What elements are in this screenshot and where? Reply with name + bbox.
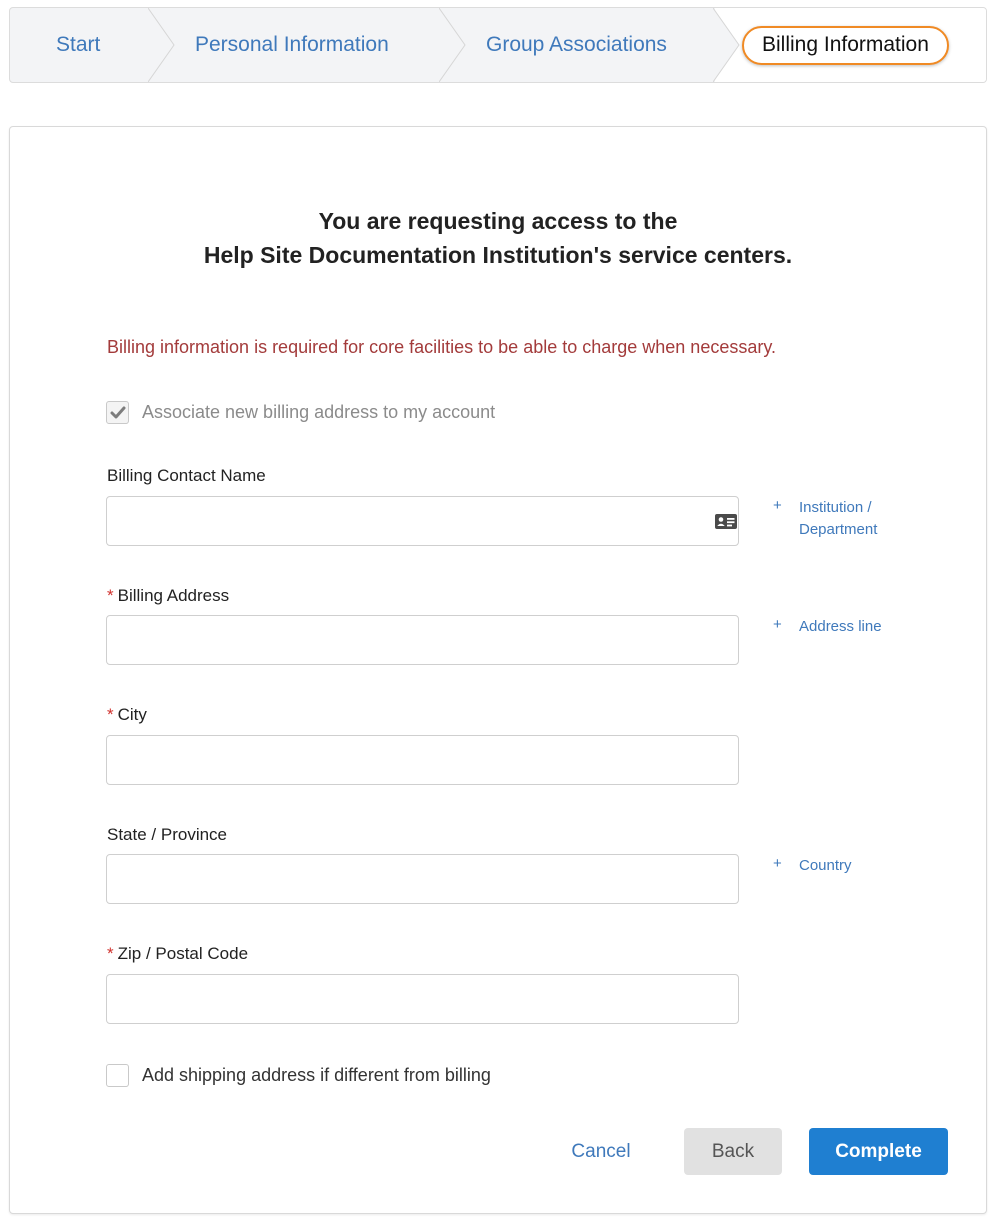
- required-marker: *: [107, 705, 114, 724]
- associate-billing-label: Associate new billing address to my acco…: [142, 402, 496, 422]
- progress-stepper: Start Personal Information Group Associa…: [9, 7, 987, 83]
- step-separator-icon: [439, 8, 466, 82]
- associate-billing-checkbox-row: Associate new billing address to my acco…: [106, 401, 495, 424]
- institution-link-text-1: Institution /: [799, 499, 872, 516]
- zip-postal-code-input[interactable]: [106, 974, 739, 1024]
- page-heading-line-1: You are requesting access to the: [318, 208, 678, 234]
- step-start-label: Start: [56, 33, 101, 56]
- plus-icon: +: [773, 855, 782, 872]
- country-link-text: Country: [799, 857, 852, 874]
- billing-address-label-text: Billing Address: [117, 586, 230, 605]
- state-province-label: State / Province: [107, 825, 227, 845]
- plus-icon: +: [773, 497, 782, 514]
- step-personal-information-label: Personal Information: [195, 33, 389, 56]
- back-button[interactable]: Back: [684, 1128, 782, 1175]
- step-start[interactable]: Start: [10, 8, 150, 82]
- zip-postal-code-label-text: Zip / Postal Code: [117, 944, 249, 963]
- city-input[interactable]: [106, 735, 739, 785]
- step-group-associations-label: Group Associations: [486, 33, 667, 56]
- shipping-address-checkbox[interactable]: [106, 1064, 129, 1087]
- required-marker: *: [107, 586, 114, 605]
- shipping-address-checkbox-row: Add shipping address if different from b…: [106, 1064, 491, 1087]
- step-separator-icon: [148, 8, 175, 82]
- add-address-line-link[interactable]: + Address line: [773, 616, 882, 638]
- associate-billing-checkbox[interactable]: [106, 401, 129, 424]
- step-personal-information[interactable]: Personal Information: [176, 8, 438, 82]
- plus-icon: +: [773, 616, 782, 633]
- shipping-address-label: Add shipping address if different from b…: [142, 1065, 491, 1085]
- cancel-button[interactable]: Cancel: [560, 1128, 642, 1175]
- step-billing-information[interactable]: Billing Information: [715, 8, 986, 82]
- add-country-link[interactable]: + Country: [773, 855, 852, 877]
- state-province-input[interactable]: [106, 854, 739, 904]
- city-label-text: City: [117, 705, 147, 724]
- billing-contact-name-label: Billing Contact Name: [107, 466, 266, 486]
- page-heading-line-2: Help Site Documentation Institution's se…: [203, 242, 793, 268]
- step-separator-icon: [713, 8, 740, 82]
- zip-postal-code-label: * Zip / Postal Code: [107, 944, 248, 964]
- billing-contact-name-input[interactable]: [106, 496, 739, 546]
- billing-contact-name-label-text: Billing Contact Name: [107, 466, 266, 485]
- billing-address-label: * Billing Address: [107, 586, 229, 606]
- billing-required-notice: Billing information is required for core…: [107, 337, 777, 357]
- city-label: * City: [107, 705, 147, 725]
- complete-button[interactable]: Complete: [809, 1128, 948, 1175]
- add-institution-department-link[interactable]: + Institution / Department: [773, 497, 877, 541]
- check-icon: [110, 406, 125, 418]
- institution-link-text-2: Department: [799, 521, 878, 538]
- billing-address-input[interactable]: [106, 615, 739, 665]
- step-billing-information-label: Billing Information: [742, 25, 949, 65]
- contact-card-icon[interactable]: [714, 513, 738, 530]
- step-group-associations[interactable]: Group Associations: [467, 8, 713, 82]
- state-province-label-text: State / Province: [107, 825, 228, 844]
- required-marker: *: [107, 944, 114, 963]
- billing-form-card: [9, 126, 987, 1214]
- address-line-link-text: Address line: [799, 618, 882, 635]
